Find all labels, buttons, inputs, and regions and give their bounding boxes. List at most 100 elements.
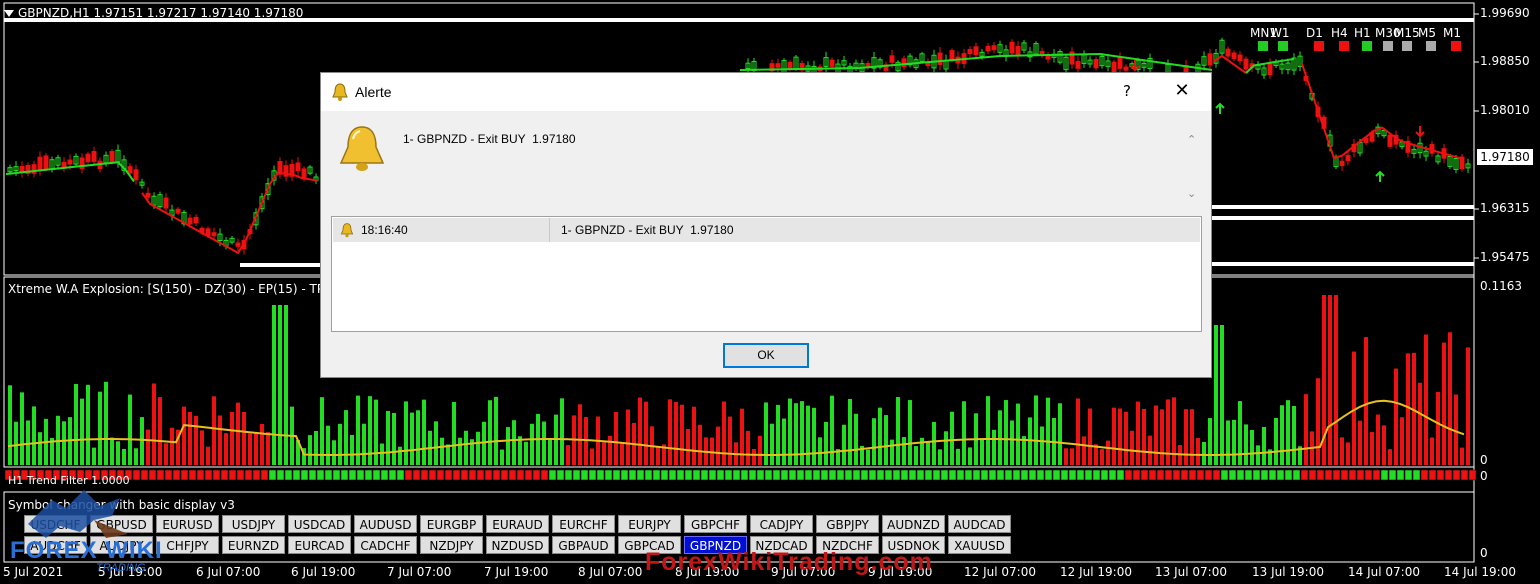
trend-filter-cell — [524, 469, 533, 481]
histogram-bar — [1166, 399, 1170, 465]
alert-list-row[interactable]: 18:16:40 1- GBPNZD - Exit BUY 1.97180 — [333, 218, 1200, 242]
symbol-button-audnzd[interactable]: AUDNZD — [882, 515, 945, 533]
histogram-bar — [1262, 426, 1266, 465]
trend-filter-cell — [796, 469, 805, 481]
candle-body — [937, 52, 943, 65]
trend-filter-cell — [636, 469, 645, 481]
help-button[interactable]: ? — [1119, 82, 1135, 100]
symbol-button-usdcad[interactable]: USDCAD — [288, 515, 351, 533]
trend-filter-cell — [1460, 469, 1469, 481]
candle-body — [187, 217, 193, 225]
symbol-button-audusd[interactable]: AUDUSD — [354, 515, 417, 533]
histogram-bar — [416, 410, 420, 465]
ok-button[interactable]: OK — [723, 343, 809, 368]
histogram-bar — [1358, 420, 1362, 465]
trend-filter-cell — [644, 469, 653, 481]
symbol-button-nzdusd[interactable]: NZDUSD — [486, 536, 549, 554]
histogram-bar — [740, 408, 744, 465]
timeframe-label: H1 — [1354, 26, 1371, 40]
trend-filter-cell — [588, 469, 597, 481]
symbol-button-eurchf[interactable]: EURCHF — [552, 515, 615, 533]
symbol-button-eurcad[interactable]: EURCAD — [288, 536, 351, 554]
symbol-button-eurnzd[interactable]: EURNZD — [222, 536, 285, 554]
histogram-bar — [1316, 378, 1320, 465]
histogram-bar — [248, 433, 252, 465]
timeframe-status-indicator — [1451, 41, 1461, 51]
dialog-titlebar[interactable]: Alerte ? ✕ — [321, 73, 1211, 111]
histogram-bar — [524, 441, 528, 465]
candle-body — [889, 55, 895, 63]
histogram-bar — [266, 432, 270, 465]
histogram-bar — [1406, 353, 1410, 465]
histogram-bar — [1292, 405, 1296, 465]
histogram-bar — [602, 442, 606, 465]
histogram-bar — [434, 421, 438, 465]
histogram-bar — [992, 429, 996, 465]
histogram-bar — [656, 446, 660, 465]
symbol-button-gbpchf[interactable]: GBPCHF — [684, 515, 747, 533]
trend-filter-cell — [1252, 469, 1261, 481]
trend-filter-cell — [1004, 469, 1013, 481]
histogram-bar — [440, 437, 444, 465]
filter-zero-label: 0 — [1480, 469, 1488, 483]
histogram-bar — [1196, 438, 1200, 465]
trend-filter-cell — [556, 469, 565, 481]
candle-body — [1009, 41, 1015, 54]
trend-filter-cell — [868, 469, 877, 481]
watermark-text: ForexWikiTrading.com — [645, 548, 933, 576]
trend-filter-cell — [148, 469, 157, 481]
trend-filter-cell — [892, 469, 901, 481]
trend-filter-cell — [436, 469, 445, 481]
trend-filter-cell — [1044, 469, 1053, 481]
candle-body — [1387, 134, 1393, 147]
trend-filter-cell — [324, 469, 333, 481]
close-button[interactable]: ✕ — [1173, 81, 1191, 101]
symbol-button-eurgbp[interactable]: EURGBP — [420, 515, 483, 533]
histogram-bar — [1430, 437, 1434, 465]
price-axis-label: 1.98010 — [1480, 103, 1530, 117]
trend-filter-cell — [1228, 469, 1237, 481]
histogram-bar — [1034, 395, 1038, 465]
histogram-bar — [158, 397, 162, 465]
candle-body — [949, 50, 955, 61]
trend-filter-cell — [1132, 469, 1141, 481]
symbol-button-chfjpy[interactable]: CHFJPY — [156, 536, 219, 554]
dropdown-triangle-icon[interactable] — [4, 10, 14, 17]
trend-filter-cell — [772, 469, 781, 481]
histogram-bar — [8, 385, 12, 465]
candle-body — [1117, 57, 1123, 69]
symbol-button-euraud[interactable]: EURAUD — [486, 515, 549, 533]
symbol-button-eurusd[interactable]: EURUSD — [156, 515, 219, 533]
trend-filter-cell — [1452, 469, 1461, 481]
histogram-bar — [494, 396, 498, 465]
trend-filter-cell — [1156, 469, 1165, 481]
scroll-up-icon[interactable]: ⌃ — [1187, 133, 1196, 146]
histogram-bar — [74, 383, 78, 465]
timeframe-label: M5 — [1418, 26, 1436, 40]
symbol-button-usdjpy[interactable]: USDJPY — [222, 515, 285, 533]
histogram-bar — [20, 392, 24, 465]
symbol-button-cadjpy[interactable]: CADJPY — [750, 515, 813, 533]
symbol-button-xauusd[interactable]: XAUUSD — [948, 536, 1011, 554]
trend-filter-cell — [1324, 469, 1333, 481]
symbol-button-eurjpy[interactable]: EURJPY — [618, 515, 681, 533]
symbol-button-cadchf[interactable]: CADCHF — [354, 536, 417, 554]
scroll-down-icon[interactable]: ⌄ — [1187, 187, 1196, 200]
alert-row-time: 18:16:40 — [361, 223, 408, 237]
candle-body — [829, 59, 835, 67]
trend-filter-cell — [252, 469, 261, 481]
histogram-bar — [1304, 394, 1308, 465]
trend-filter-cell — [244, 469, 253, 481]
time-axis-label: 7 Jul 07:00 — [387, 565, 452, 579]
histogram-bar — [272, 305, 276, 465]
trend-filter-cell — [948, 469, 957, 481]
symbol-button-nzdjpy[interactable]: NZDJPY — [420, 536, 483, 554]
histogram-bar — [782, 418, 786, 465]
trend-filter-cell — [924, 469, 933, 481]
trend-filter-cell — [540, 469, 549, 481]
candle-body — [1225, 48, 1231, 57]
symbol-button-gbpjpy[interactable]: GBPJPY — [816, 515, 879, 533]
symbol-button-gbpaud[interactable]: GBPAUD — [552, 536, 615, 554]
alert-list[interactable]: 18:16:40 1- GBPNZD - Exit BUY 1.97180 — [331, 216, 1202, 332]
symbol-button-audcad[interactable]: AUDCAD — [948, 515, 1011, 533]
